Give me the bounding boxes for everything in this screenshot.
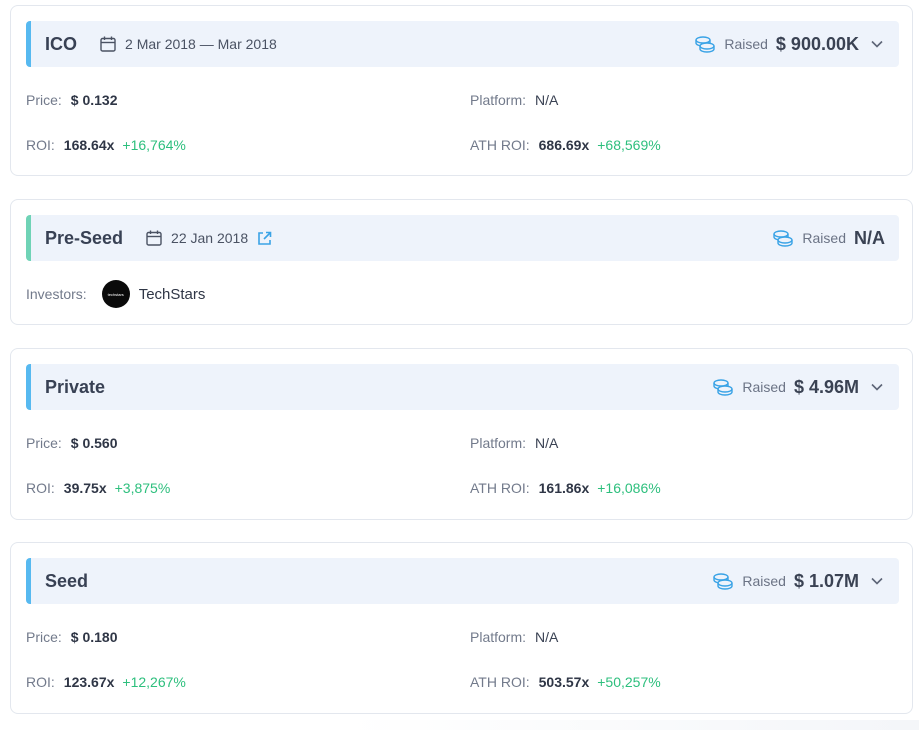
round-name: Seed: [45, 570, 89, 591]
price-value: $ 0.180: [70, 629, 118, 645]
calendar-icon: [100, 36, 116, 52]
round-date: 2 Mar 2018 — Mar 2018: [99, 35, 277, 53]
round-header-ico[interactable]: ICO 2 Mar 2018 — Mar 2018 Raised $ 900.0…: [26, 21, 899, 67]
ath-roi-label: ATH ROI:: [470, 137, 530, 153]
ath-roi-percent: +50,257%: [597, 674, 661, 690]
price-label: Price:: [26, 629, 62, 645]
roi-label: ROI:: [26, 137, 55, 153]
platform-label: Platform:: [470, 629, 527, 645]
platform-label: Platform:: [470, 92, 527, 108]
investor-name[interactable]: TechStars: [139, 286, 206, 303]
price-label: Price:: [26, 435, 62, 451]
ath-roi-label: ATH ROI:: [470, 674, 530, 690]
investor-logo-text: techstars: [107, 291, 124, 297]
ath-roi-value: 686.69x: [538, 137, 590, 153]
external-link-icon[interactable]: [256, 230, 281, 247]
raised-amount: Raised $ 900.00K: [694, 34, 859, 55]
ath-roi-value: 161.86x: [538, 480, 590, 496]
raised-label: Raised: [802, 230, 846, 246]
ath-roi-row: ATH ROI: 161.86x +16,086%: [470, 480, 661, 496]
round-name: ICO: [45, 33, 78, 54]
platform-row: Platform: N/A: [470, 435, 558, 451]
round-date-text: 2 Mar 2018 — Mar 2018: [125, 36, 277, 52]
raised-value: $ 1.07M: [793, 570, 859, 591]
roi-value: 123.67x: [63, 674, 115, 690]
ath-roi-row: ATH ROI: 686.69x +68,569%: [470, 137, 661, 153]
ath-roi-row: ATH ROI: 503.57x +50,257%: [470, 674, 661, 690]
ath-roi-percent: +68,569%: [597, 137, 661, 153]
raised-amount: Raised $ 4.96M: [712, 377, 859, 398]
coins-icon: [773, 230, 794, 247]
price-row: Price: $ 0.180: [26, 629, 118, 645]
round-card-seed: Seed Raised $ 1.07M Price: $ 0.180 Platf…: [10, 542, 913, 714]
round-card-ico: ICO 2 Mar 2018 — Mar 2018 Raised $ 900.0…: [10, 5, 913, 176]
calendar-icon: [146, 230, 162, 246]
platform-row: Platform: N/A: [470, 629, 558, 645]
platform-row: Platform: N/A: [470, 92, 558, 108]
price-value: $ 0.132: [70, 92, 118, 108]
round-card-private: Private Raised $ 4.96M Price: $ 0.560 Pl…: [10, 348, 913, 520]
raised-value: $ 900.00K: [775, 33, 859, 54]
platform-label: Platform:: [470, 435, 527, 451]
roi-row: ROI: 39.75x +3,875%: [26, 480, 170, 496]
price-row: Price: $ 0.560: [26, 435, 118, 451]
raised-amount: Raised N/A: [772, 228, 885, 249]
ath-roi-label: ATH ROI:: [470, 480, 530, 496]
round-card-pre-seed: Pre-Seed 22 Jan 2018 Raised N/A Investor…: [10, 199, 913, 325]
round-header-pre-seed[interactable]: Pre-Seed 22 Jan 2018 Raised N/A: [26, 215, 899, 261]
round-header-private[interactable]: Private Raised $ 4.96M: [26, 364, 899, 410]
investors-row: Investors: techstars TechStars: [26, 280, 205, 308]
coins-icon: [695, 36, 716, 53]
raised-amount: Raised $ 1.07M: [712, 571, 859, 592]
roi-label: ROI:: [26, 480, 55, 496]
chevron-down-icon[interactable]: [869, 573, 885, 589]
roi-value: 168.64x: [63, 137, 115, 153]
round-date-text: 22 Jan 2018: [171, 230, 249, 246]
raised-value: $ 4.96M: [793, 376, 859, 397]
raised-label: Raised: [742, 379, 786, 395]
roi-value: 39.75x: [63, 480, 107, 496]
chevron-down-icon[interactable]: [869, 36, 885, 52]
investors-label: Investors:: [26, 286, 87, 302]
chevron-down-icon[interactable]: [869, 379, 885, 395]
coins-icon: [713, 379, 734, 396]
round-name: Private: [45, 376, 106, 397]
round-name: Pre-Seed: [45, 227, 124, 248]
roi-row: ROI: 123.67x +12,267%: [26, 674, 186, 690]
price-label: Price:: [26, 92, 62, 108]
coins-icon: [713, 573, 734, 590]
raised-label: Raised: [724, 36, 768, 52]
round-header-seed[interactable]: Seed Raised $ 1.07M: [26, 558, 899, 604]
roi-percent: +3,875%: [114, 480, 171, 496]
roi-percent: +12,267%: [122, 674, 186, 690]
raised-label: Raised: [742, 573, 786, 589]
platform-value: N/A: [535, 92, 559, 108]
ath-roi-percent: +16,086%: [597, 480, 661, 496]
roi-row: ROI: 168.64x +16,764%: [26, 137, 186, 153]
raised-value: N/A: [854, 227, 885, 248]
roi-label: ROI:: [26, 674, 55, 690]
round-date: 22 Jan 2018: [145, 229, 281, 247]
investor-logo[interactable]: techstars: [101, 280, 130, 308]
bottom-fade: [345, 720, 919, 730]
platform-value: N/A: [535, 629, 559, 645]
price-value: $ 0.560: [70, 435, 118, 451]
price-row: Price: $ 0.132: [26, 92, 118, 108]
ath-roi-value: 503.57x: [538, 674, 590, 690]
roi-percent: +16,764%: [122, 137, 186, 153]
platform-value: N/A: [535, 435, 559, 451]
